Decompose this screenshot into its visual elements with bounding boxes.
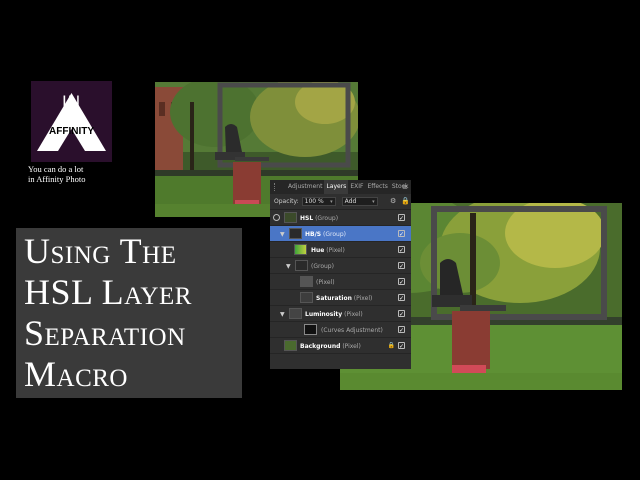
layer-visibility-checkbox[interactable]: ✓	[398, 342, 405, 350]
layer-thumbnail	[300, 292, 313, 303]
tab-layers[interactable]: Layers	[324, 180, 349, 194]
blend-mode-dropdown-icon[interactable]: ▾	[372, 199, 375, 205]
panel-menu-icon[interactable]: ≡	[402, 183, 408, 191]
layer-options-bar: Opacity: 100 % ▾ Add ▾ ⚙ 🔒	[270, 194, 411, 210]
settings-gear-icon[interactable]: ⚙	[390, 197, 396, 205]
tab-adjustment[interactable]: Adjustment	[286, 180, 324, 194]
tagline-line-1: You can do a lot	[28, 164, 84, 174]
tab-exif[interactable]: EXIF	[348, 180, 365, 194]
logo-text-affinity: AFFINITY	[49, 126, 94, 137]
tagline: You can do a lot in Affinity Photo	[28, 164, 128, 184]
layer-thumbnail	[289, 308, 302, 319]
affinity-logo: IN AFFINITY	[31, 81, 112, 162]
title-line-3: Separation	[24, 313, 186, 353]
title-box: Using The HSL Layer Separation Macro	[16, 228, 242, 398]
layer-thumbnail	[289, 228, 302, 239]
layer-visibility-checkbox[interactable]: ✓	[398, 246, 405, 254]
opacity-dropdown-icon[interactable]: ▾	[330, 199, 333, 205]
layer-visibility-checkbox[interactable]: ✓	[398, 262, 405, 270]
layer-visibility-checkbox[interactable]: ✓	[398, 230, 405, 238]
expand-arrow-icon[interactable]: ▼	[280, 231, 285, 238]
layer-thumbnail	[300, 276, 313, 287]
layer-thumbnail	[295, 260, 308, 271]
tagline-line-2: in Affinity Photo	[28, 174, 86, 184]
layer-thumbnail	[294, 244, 307, 255]
layer-name: HSL (Group)	[300, 215, 339, 222]
layer-thumbnail	[284, 340, 297, 351]
panel-grip-icon[interactable]	[274, 183, 280, 191]
blend-mode-select[interactable]: Add ▾	[341, 197, 378, 206]
layer-name: Saturation (Pixel)	[316, 295, 373, 302]
layer-row-saturation[interactable]: Saturation (Pixel) ✓	[270, 290, 411, 306]
opacity-value: 100 %	[304, 198, 324, 205]
curves-adjustment-icon	[304, 324, 317, 335]
layers-panel: Adjustment Layers EXIF Effects Stock ≡ O…	[270, 180, 411, 369]
layer-visibility-checkbox[interactable]: ✓	[398, 294, 405, 302]
layer-row-group[interactable]: ▼ (Group) ✓	[270, 258, 411, 274]
layer-row-background[interactable]: Background (Pixel) 🔒 ✓	[270, 338, 411, 354]
layer-row-hbs[interactable]: ▼ HB/S (Group) ✓	[270, 226, 411, 242]
expand-toggle-icon[interactable]	[273, 214, 280, 221]
layer-name: (Pixel)	[316, 279, 335, 286]
layer-name: Luminosity (Pixel)	[305, 311, 363, 318]
layer-visibility-checkbox[interactable]: ✓	[398, 214, 405, 222]
lock-icon[interactable]: 🔒	[401, 197, 410, 205]
logo-text-in: IN	[62, 92, 81, 111]
layer-row-hsl[interactable]: HSL (Group) ✓	[270, 210, 411, 226]
layer-visibility-checkbox[interactable]: ✓	[398, 326, 405, 334]
layer-visibility-checkbox[interactable]: ✓	[398, 278, 405, 286]
title-line-4: Macro	[24, 354, 128, 394]
blend-mode-value: Add	[344, 198, 357, 205]
opacity-field[interactable]: 100 % ▾	[301, 197, 336, 206]
layer-name: Background (Pixel)	[300, 343, 361, 350]
layer-row-hue[interactable]: Hue (Pixel) ✓	[270, 242, 411, 258]
layer-thumbnail	[284, 212, 297, 223]
expand-arrow-icon[interactable]: ▼	[286, 263, 291, 270]
panel-tabs: Adjustment Layers EXIF Effects Stock ≡	[270, 180, 411, 194]
layer-name: HB/S (Group)	[305, 231, 346, 238]
layer-name: (Curves Adjustment)	[321, 327, 383, 334]
tab-effects[interactable]: Effects	[365, 180, 389, 194]
title-line-1: Using The	[24, 231, 177, 271]
layer-row-pixel[interactable]: (Pixel) ✓	[270, 274, 411, 290]
layer-name: (Group)	[311, 263, 334, 270]
opacity-label: Opacity:	[274, 198, 299, 205]
layer-visibility-checkbox[interactable]: ✓	[398, 310, 405, 318]
layer-row-curves[interactable]: (Curves Adjustment) ✓	[270, 322, 411, 338]
layer-name: Hue (Pixel)	[311, 247, 345, 254]
expand-arrow-icon[interactable]: ▼	[280, 311, 285, 318]
title-line-2: HSL Layer	[24, 272, 192, 312]
layer-lock-icon[interactable]: 🔒	[388, 342, 395, 349]
layer-row-luminosity[interactable]: ▼ Luminosity (Pixel) ✓	[270, 306, 411, 322]
